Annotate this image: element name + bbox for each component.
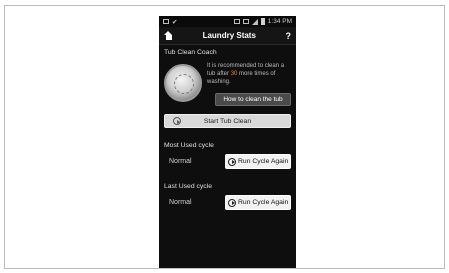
help-icon[interactable]: ?	[286, 31, 292, 41]
app-title-bar: Laundry Stats ?	[159, 27, 296, 45]
run-most-used-cycle-button[interactable]: Run Cycle Again	[225, 154, 291, 169]
last-used-cycle-row: Normal Run Cycle Again	[159, 195, 296, 210]
run-cycle-label: Run Cycle Again	[238, 199, 289, 206]
run-last-used-cycle-button[interactable]: Run Cycle Again	[225, 195, 291, 210]
run-cycle-label: Run Cycle Again	[238, 158, 289, 165]
page-title: Laundry Stats	[202, 31, 256, 40]
coach-message: It is recommended to clean a tub after 3…	[207, 63, 285, 85]
most-used-cycle-value: Normal	[169, 158, 192, 165]
last-used-cycle-value: Normal	[169, 199, 192, 206]
start-tub-clean-label: Start Tub Clean	[203, 117, 252, 125]
washer-tub-icon	[164, 64, 202, 102]
home-icon[interactable]	[164, 31, 173, 40]
most-used-cycle-heading: Most Used cycle	[164, 142, 214, 149]
status-bar: ✔ 1:34 PM	[159, 16, 296, 27]
status-time: 1:34 PM	[267, 18, 292, 25]
sync-icon	[233, 19, 240, 24]
notification-icon	[163, 19, 169, 24]
battery-icon	[260, 18, 265, 25]
how-to-clean-tub-button[interactable]: How to clean the tub	[215, 93, 291, 106]
start-tub-clean-button[interactable]: Start Tub Clean	[164, 114, 291, 128]
check-icon: ✔	[172, 18, 178, 26]
tub-clean-coach-panel: It is recommended to clean a tub after 3…	[159, 56, 296, 106]
last-used-cycle-heading: Last Used cycle	[164, 183, 212, 190]
play-icon	[228, 157, 236, 166]
phone-screen: ✔ 1:34 PM Laundry Stats ? Tub Clean Coac…	[159, 16, 296, 268]
signal-icon	[251, 18, 258, 25]
most-used-cycle-row: Normal Run Cycle Again	[159, 154, 296, 169]
wifi-icon	[242, 19, 249, 24]
play-icon	[228, 198, 236, 207]
tub-clean-coach-heading: Tub Clean Coach	[164, 49, 217, 56]
